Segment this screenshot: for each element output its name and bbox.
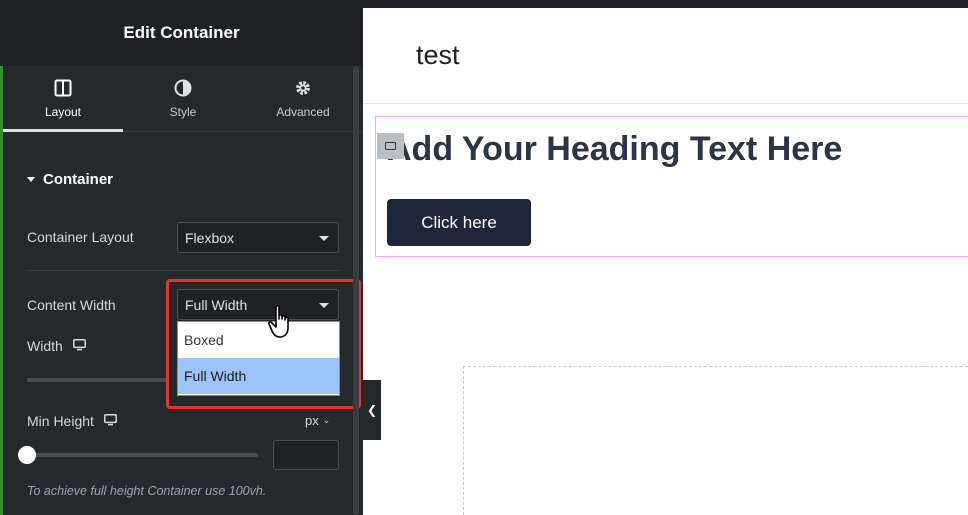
unit-selector[interactable]: px ⌄ (305, 413, 330, 428)
caret-down-icon (27, 177, 35, 182)
width-label-row: Width (27, 338, 86, 354)
content-width-label: Content Width (27, 297, 116, 313)
unit-value: px (305, 413, 319, 428)
panel-tabs: Layout Style Advanced (3, 66, 363, 132)
tab-advanced[interactable]: Advanced (243, 66, 363, 131)
heading-widget[interactable]: Add Your Heading Text Here (387, 130, 842, 169)
gear-icon (296, 80, 310, 95)
min-height-label: Min Height (27, 413, 94, 429)
highlight-box (166, 279, 361, 409)
half-circle-icon (174, 79, 192, 96)
hint-text: To achieve full height Container use 100… (27, 484, 267, 498)
container-handle[interactable] (377, 133, 404, 159)
section-container-toggle[interactable]: Container (27, 171, 113, 188)
chevron-down-icon (319, 235, 329, 241)
hand-cursor-icon (268, 305, 289, 338)
container-layout-select[interactable]: Flexbox (177, 222, 339, 253)
columns-icon (54, 79, 72, 96)
panel-scrollbar[interactable] (353, 66, 359, 515)
divider (27, 270, 339, 271)
click-here-button[interactable]: Click here (387, 199, 531, 246)
min-height-label-row: Min Height (27, 413, 117, 429)
tab-label: Style (169, 104, 197, 119)
drop-zone[interactable] (463, 366, 968, 515)
desktop-icon[interactable] (72, 338, 86, 354)
canvas-topbar (363, 0, 968, 8)
width-label: Width (27, 338, 63, 354)
editor-panel: Edit Container Layout Style Advanced Con… (0, 0, 363, 515)
container-layout-label: Container Layout (27, 229, 134, 245)
site-title[interactable]: test (416, 40, 460, 71)
min-height-input[interactable] (273, 440, 339, 470)
tab-label: Advanced (276, 104, 330, 119)
min-height-slider-track[interactable] (27, 453, 258, 457)
container-icon (385, 142, 396, 150)
collapse-panel-button[interactable]: ❮ (363, 380, 381, 440)
tab-label: Layout (44, 104, 82, 119)
section-title: Container (43, 171, 114, 188)
chevron-left-icon: ❮ (366, 403, 378, 417)
tab-layout[interactable]: Layout (3, 66, 123, 132)
min-height-slider-handle[interactable] (18, 446, 36, 464)
tab-style[interactable]: Style (123, 66, 243, 131)
desktop-icon[interactable] (103, 413, 117, 429)
width-slider-track[interactable] (27, 378, 167, 382)
header-divider (363, 103, 968, 104)
chevron-down-icon: ⌄ (322, 415, 331, 425)
select-value: Flexbox (185, 229, 235, 246)
panel-title: Edit Container (0, 0, 363, 66)
